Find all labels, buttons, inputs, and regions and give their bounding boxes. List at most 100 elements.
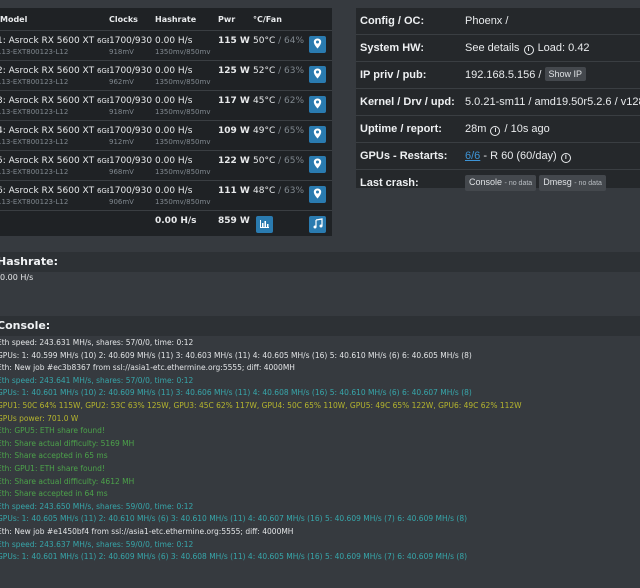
gpu-vram: 6GB [96, 187, 109, 195]
gpu-row: 5: Asrock RX 5600 XT 6GB 113-EXT800123-L… [0, 150, 332, 181]
info-circle-icon[interactable]: i [490, 126, 501, 136]
total-hashrate: 0.00 H/s [155, 216, 197, 226]
sound-toggle-button[interactable] [309, 216, 326, 233]
gpu-locate-button[interactable] [309, 126, 326, 143]
gpu-voltage: 906mV [109, 198, 134, 206]
gpu-hashrate: 0.00 H/s [155, 66, 193, 76]
gpu-power: 125 W [218, 66, 250, 76]
kernel-value: 5.0.21-sm11 / amd19.50r5.2.6 / v1289 [465, 96, 640, 108]
gpu-mem-volts: 1350mv/850mv [155, 78, 211, 86]
console-line: Eth: New job #e1450bf4 from ssl://asia1-… [0, 526, 294, 536]
hashrate-section-value: 0.00 H/s [0, 273, 34, 282]
gpu-index: 5 [0, 156, 3, 166]
gpu-fan: 65% [284, 126, 305, 136]
gpu-voltage: 912mV [109, 138, 134, 146]
gpu-temp: 50°C [253, 156, 276, 166]
gpu-bios: 113-EXT800123-L12 [0, 138, 69, 146]
gpu-row: 3: Asrock RX 5600 XT 6GB 113-EXT800123-L… [0, 90, 332, 121]
console-line: GPU1: 50C 64% 115W, GPU2: 53C 63% 125W, … [0, 400, 522, 410]
gpu-clocks: 1700/930 [109, 156, 153, 166]
console-line: Eth: GPU5: ETH share found! [0, 426, 105, 436]
gpu-locate-button[interactable] [309, 186, 326, 203]
console-line: GPUs power: 701.0 W [0, 413, 79, 423]
config-label: Config / OC: [360, 15, 425, 27]
map-marker-icon [313, 188, 322, 199]
gpu-index: 1 [0, 36, 3, 46]
gpu-mem-volts: 1350mv/850mv [155, 48, 211, 56]
music-note-icon [313, 218, 323, 229]
col-header-temp-fan: °C/Fan [253, 8, 306, 31]
gpu-index: 3 [0, 96, 3, 106]
col-header-hashrate: Hashrate [155, 8, 218, 31]
gpu-hashrate: 0.00 H/s [155, 96, 193, 106]
config-value: Phoenx / [465, 15, 509, 27]
gpu-locate-button[interactable] [309, 66, 326, 83]
console-line: GPUs: 1: 40.601 MH/s (10) 2: 40.609 MH/s… [0, 388, 472, 398]
gpu-model: Asrock RX 5600 XT [8, 36, 95, 46]
gpu-vram: 6GB [96, 37, 109, 45]
info-circle-icon[interactable]: i [560, 153, 571, 163]
console-line: Eth speed: 243.631 MH/s, shares: 57/0/0,… [0, 338, 194, 347]
gpu-vram: 6GB [96, 127, 109, 135]
console-line: Eth: Share actual difficulty: 4612 MH [0, 476, 135, 486]
total-power: 859 W [218, 216, 250, 226]
gpu-temp: 45°C [253, 96, 276, 106]
gpu-temp: 49°C [253, 126, 276, 136]
col-header-model: Model [0, 8, 109, 31]
console-line: Eth: Share actual difficulty: 5169 MH [0, 438, 135, 448]
gpu-bios: 113-EXT800123-L12 [0, 198, 69, 206]
gpu-power: 122 W [218, 156, 250, 166]
gpu-voltage: 968mV [109, 168, 134, 176]
gpu-fan: 63% [284, 186, 305, 196]
gpu-model: Asrock RX 5600 XT [8, 186, 95, 196]
uptime-value: 28m [465, 123, 487, 135]
gpu-bios: 113-EXT800123-L12 [0, 48, 69, 56]
gpu-row: 6: Asrock RX 5600 XT 6GB 113-EXT800123-L… [0, 180, 332, 211]
gpu-temp: 48°C [253, 186, 276, 196]
ip-row: IP priv / pub: 192.168.5.156 / Show IP [356, 62, 640, 89]
see-details-link[interactable]: See details [465, 42, 519, 54]
gpu-fan: 64% [284, 36, 305, 46]
gpu-temp: 52°C [253, 66, 276, 76]
console-line: Eth speed: 243.637 MH/s, shares: 59/0/0,… [0, 539, 194, 549]
gpu-locate-button[interactable] [309, 36, 326, 53]
info-circle-icon[interactable]: i [523, 45, 534, 55]
hashrate-chart-button[interactable] [256, 216, 273, 233]
gpu-row: 2: Asrock RX 5600 XT 6GB 113-EXT800123-L… [0, 60, 332, 91]
gpu-table-header: Model Clocks Hashrate Pwr °C/Fan [0, 8, 332, 31]
hashrate-section-header: Hashrate: [0, 252, 640, 272]
gpus-count-link[interactable]: 6/6 [465, 150, 480, 162]
gpu-temp: 50°C [253, 36, 276, 46]
map-marker-icon [313, 38, 322, 49]
console-line: GPUs: 1: 40.605 MH/s (11) 2: 40.610 MH/s… [0, 514, 468, 524]
gpu-row: 1: Asrock RX 5600 XT 6GB 113-EXT800123-L… [0, 30, 332, 61]
gpu-clocks: 1700/930 [109, 96, 153, 106]
dmesg-log-button[interactable]: Dmesg - no data [539, 175, 606, 191]
gpu-model: Asrock RX 5600 XT [8, 96, 95, 106]
gpu-index: 4 [0, 126, 3, 136]
gpu-clocks: 1700/930 [109, 126, 153, 136]
kernel-row: Kernel / Drv / upd: 5.0.21-sm11 / amd19.… [356, 89, 640, 116]
system-row: System HW: See details i Load: 0.42 [356, 35, 640, 62]
ip-label: IP priv / pub: [360, 69, 427, 81]
console-section-header: Console: [0, 316, 640, 336]
kernel-label: Kernel / Drv / upd: [360, 96, 455, 108]
console-log-button[interactable]: Console - no data [465, 175, 537, 191]
console-line: GPUs: 1: 40.599 MH/s (10) 2: 40.609 MH/s… [0, 350, 472, 360]
gpu-power: 115 W [218, 36, 250, 46]
show-ip-button[interactable]: Show IP [544, 67, 587, 81]
gpu-hashrate: 0.00 H/s [155, 186, 193, 196]
gpu-mem-volts: 1350mv/850mv [155, 138, 211, 146]
gpu-model: Asrock RX 5600 XT [8, 126, 95, 136]
map-marker-icon [313, 68, 322, 79]
gpu-vram: 6GB [96, 67, 109, 75]
ip-value: 192.168.5.156 / [465, 69, 542, 81]
config-row: Config / OC: Phoenx / [356, 8, 640, 35]
console-line: GPUs: 1: 40.601 MH/s (11) 2: 40.609 MH/s… [0, 552, 468, 562]
gpu-voltage: 962mV [109, 78, 134, 86]
gpu-index: 6 [0, 186, 3, 196]
gpu-locate-button[interactable] [309, 96, 326, 113]
gpu-locate-button[interactable] [309, 156, 326, 173]
gpu-total-row: 0.00 H/s 859 W [0, 210, 332, 236]
console-line: Eth speed: 243.641 MH/s, shares: 57/0/0,… [0, 375, 194, 385]
